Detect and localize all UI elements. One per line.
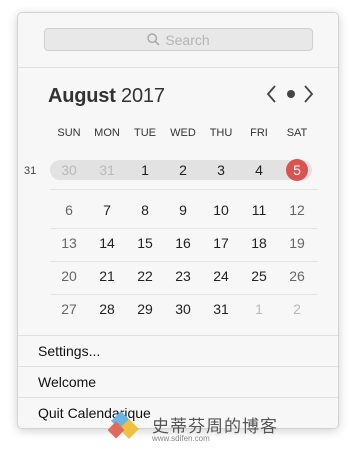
settings-menu-item[interactable]: Settings... [18, 335, 338, 366]
row-divider [50, 189, 318, 190]
calendar-day[interactable]: 25 [240, 265, 278, 287]
calendar-day[interactable]: 10 [202, 199, 240, 221]
weekday-tue: TUE [134, 127, 156, 139]
calendar-day[interactable]: 24 [202, 265, 240, 287]
calendar-day[interactable]: 17 [202, 232, 240, 254]
search-bar: Search [18, 13, 338, 68]
calendar-day[interactable]: 28 [88, 298, 126, 320]
calendar: August 2017 SUN MON TUE WED THU FRI SAT … [18, 68, 338, 336]
calendar-day[interactable]: 1 [240, 298, 278, 320]
today-button[interactable] [286, 89, 296, 99]
weekday-thu: THU [209, 127, 233, 139]
calendar-day[interactable]: 19 [278, 232, 316, 254]
month-title: August 2017 [48, 85, 165, 108]
calendar-day[interactable]: 8 [126, 199, 164, 221]
welcome-menu-item[interactable]: Welcome [18, 366, 338, 397]
calendar-day[interactable]: 2 [164, 159, 202, 181]
search-input[interactable]: Search [44, 28, 313, 51]
calendar-day[interactable]: 22 [126, 265, 164, 287]
calendar-day[interactable]: 6 [50, 199, 88, 221]
calendar-day[interactable]: 15 [126, 232, 164, 254]
row-divider [50, 261, 318, 262]
watermark-url: www.sdifen.com [152, 434, 210, 443]
calendar-day[interactable]: 31 [88, 159, 126, 181]
calendar-day[interactable]: 16 [164, 232, 202, 254]
calendar-day[interactable]: 30 [50, 159, 88, 181]
prev-month-button[interactable] [266, 84, 278, 104]
search-icon [147, 33, 160, 46]
chevron-right-icon [304, 85, 314, 103]
calendar-day[interactable]: 4 [240, 159, 278, 181]
weekday-sun: SUN [57, 127, 81, 139]
calendar-popover: Search August 2017 SUN MON TUE WED THU F… [17, 12, 339, 429]
year: 2017 [121, 85, 165, 107]
calendar-day[interactable]: 1 [126, 159, 164, 181]
weekday-wed: WED [170, 127, 196, 139]
calendar-day[interactable]: 14 [88, 232, 126, 254]
calendar-day[interactable]: 30 [164, 298, 202, 320]
calendar-day[interactable]: 13 [50, 232, 88, 254]
search-placeholder: Search [165, 31, 210, 48]
calendar-day[interactable]: 9 [164, 199, 202, 221]
row-divider [50, 294, 318, 295]
calendar-day[interactable]: 23 [164, 265, 202, 287]
calendar-day[interactable]: 18 [240, 232, 278, 254]
next-month-button[interactable] [302, 84, 314, 104]
calendar-day[interactable]: 26 [278, 265, 316, 287]
calendar-day[interactable]: 7 [88, 199, 126, 221]
weekday-sat: SAT [286, 127, 308, 139]
calendar-day[interactable]: 2 [278, 298, 316, 320]
calendar-day[interactable]: 3 [202, 159, 240, 181]
calendar-day[interactable]: 27 [50, 298, 88, 320]
calendar-day[interactable]: 31 [202, 298, 240, 320]
calendar-day[interactable]: 29 [126, 298, 164, 320]
calendar-day[interactable]: 21 [88, 265, 126, 287]
calendar-day-today[interactable]: 5 [278, 159, 316, 181]
week-number: 31 [24, 165, 37, 177]
chevron-left-icon [266, 85, 276, 103]
dot-icon [287, 90, 295, 98]
watermark-logo-icon [108, 412, 139, 439]
month-name: August [48, 85, 116, 107]
row-divider [50, 228, 318, 229]
calendar-day[interactable]: 11 [240, 199, 278, 221]
watermark: 史蒂芬周的博客 www.sdifen.com [108, 410, 308, 443]
calendar-day[interactable]: 12 [278, 199, 316, 221]
calendar-day[interactable]: 20 [50, 265, 88, 287]
weekday-fri: FRI [250, 127, 268, 139]
weekday-mon: MON [94, 127, 120, 139]
